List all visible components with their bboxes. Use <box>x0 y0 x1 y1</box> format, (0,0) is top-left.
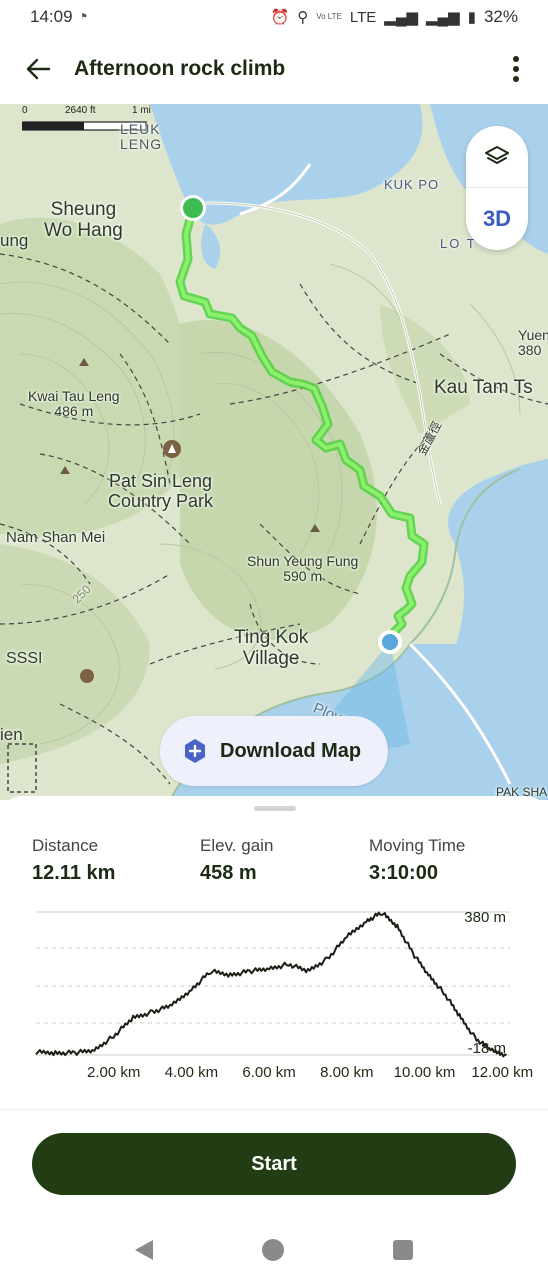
stat-distance-value: 12.11 km <box>32 862 116 884</box>
stat-distance: Distance 12.11 km <box>32 836 115 885</box>
stats-row: Distance 12.11 km Elev. gain 458 m Movin… <box>32 836 532 896</box>
layers-icon <box>485 145 509 164</box>
activity-sheet: Distance 12.11 km Elev. gain 458 m Movin… <box>0 796 548 1220</box>
3d-toggle-button[interactable]: 3D <box>466 188 528 250</box>
stat-elev-gain-label: Elev. gain <box>200 836 274 855</box>
map-label-ting-kok: Ting Kok Village <box>234 627 309 669</box>
map-label-yuen-ta: Yuen Ta 380 <box>518 327 548 359</box>
map-label-kwai-tau-leng: Kwai Tau Leng 486 m <box>28 388 120 420</box>
stat-elev-gain: Elev. gain 458 m <box>200 836 273 885</box>
more-options-button[interactable] <box>504 51 528 87</box>
download-map-label: Download Map <box>220 739 362 762</box>
location-icon: ⚲ <box>297 9 309 26</box>
stat-moving-time-label: Moving Time <box>369 836 466 855</box>
map-label-kuk-po: KUK PO <box>384 177 440 192</box>
map-label-kau-tam-ts: Kau Tam Ts <box>434 377 533 398</box>
signal-icon: ▂▄▆ <box>384 9 418 26</box>
status-left: 14:09 ⚑ <box>30 7 88 27</box>
notification-icon: ⚑ <box>80 12 88 21</box>
stat-moving-time-value: 3:10:00 <box>369 862 438 884</box>
alarm-icon: ⏰ <box>270 9 290 26</box>
signal-2-icon: ▂▄▆ <box>426 9 460 26</box>
download-shield-icon <box>185 739 205 763</box>
sheet-drag-handle[interactable] <box>254 806 296 811</box>
nav-back-icon[interactable] <box>134 1240 153 1260</box>
map-label-leuk-leng: LEUK LENG <box>120 121 163 153</box>
sheet-divider <box>0 1109 548 1110</box>
map-label-pat-sin-leng: Pat Sin Leng Country Park <box>108 471 214 511</box>
page-title: Afternoon rock climb <box>74 57 286 80</box>
x-tick-label: 2.00 km <box>87 1064 140 1081</box>
x-tick-label: 8.00 km <box>320 1064 373 1081</box>
elevation-line <box>35 911 507 1058</box>
map-label-ung: ung <box>0 231 29 250</box>
nav-home-icon[interactable] <box>261 1239 284 1261</box>
network-type: LTE <box>349 8 377 26</box>
x-tick-label: 6.00 km <box>242 1064 295 1081</box>
system-nav-bar <box>0 1220 548 1280</box>
start-button[interactable]: Start <box>32 1133 516 1195</box>
map-controls: 3D <box>466 126 528 250</box>
map-label-sheung-wo-hang: Sheung Wo Hang <box>44 199 123 241</box>
battery-icon: ▮ <box>467 9 476 26</box>
status-right: ⏰ ⚲ Vo LTE LTE ▂▄▆ ▂▄▆ ▮ 32% <box>271 7 518 27</box>
status-time: 14:09 <box>30 7 73 26</box>
x-tick-label: 10.00 km <box>394 1064 456 1081</box>
y-tick-label-max: 380 m <box>464 909 506 926</box>
more-vertical-icon <box>513 56 519 82</box>
layers-button[interactable] <box>466 126 528 188</box>
map-view[interactable]: 0 2640 ft 1 mi LEUK LENG Sheung Wo Hang … <box>0 104 548 800</box>
volte-badge: Vo LTE <box>316 12 342 21</box>
download-map-button[interactable]: Download Map <box>160 716 388 786</box>
status-bar: 14:09 ⚑ ⏰ ⚲ Vo LTE LTE ▂▄▆ ▂▄▆ ▮ 32% <box>0 0 548 34</box>
battery-percent: 32% <box>483 7 518 26</box>
x-tick-label: 4.00 km <box>165 1064 218 1081</box>
y-tick-label-min: -18 m <box>468 1040 506 1057</box>
back-button[interactable] <box>20 51 56 87</box>
x-tick-label: 12.00 km <box>471 1064 533 1081</box>
stat-elev-gain-value: 458 m <box>200 862 257 884</box>
app-header: Afternoon rock climb <box>0 34 548 104</box>
map-label-shun-yeung-fung: Shun Yeung Fung 590 m <box>247 553 359 585</box>
stat-moving-time: Moving Time 3:10:00 <box>369 836 465 885</box>
elevation-profile-chart: 380 m -18 m 2.00 km 4.00 km 6.00 km 8.00 km 10… <box>35 909 533 1081</box>
arrow-left-icon <box>26 58 51 80</box>
map-label-ien: ien <box>0 725 23 744</box>
nav-recents-icon[interactable] <box>393 1240 414 1260</box>
map-label-nam-shan-mei: Nam Shan Mei <box>6 529 106 546</box>
map-label-sssi: SSSI <box>6 650 43 667</box>
stat-distance-label: Distance <box>32 836 99 855</box>
